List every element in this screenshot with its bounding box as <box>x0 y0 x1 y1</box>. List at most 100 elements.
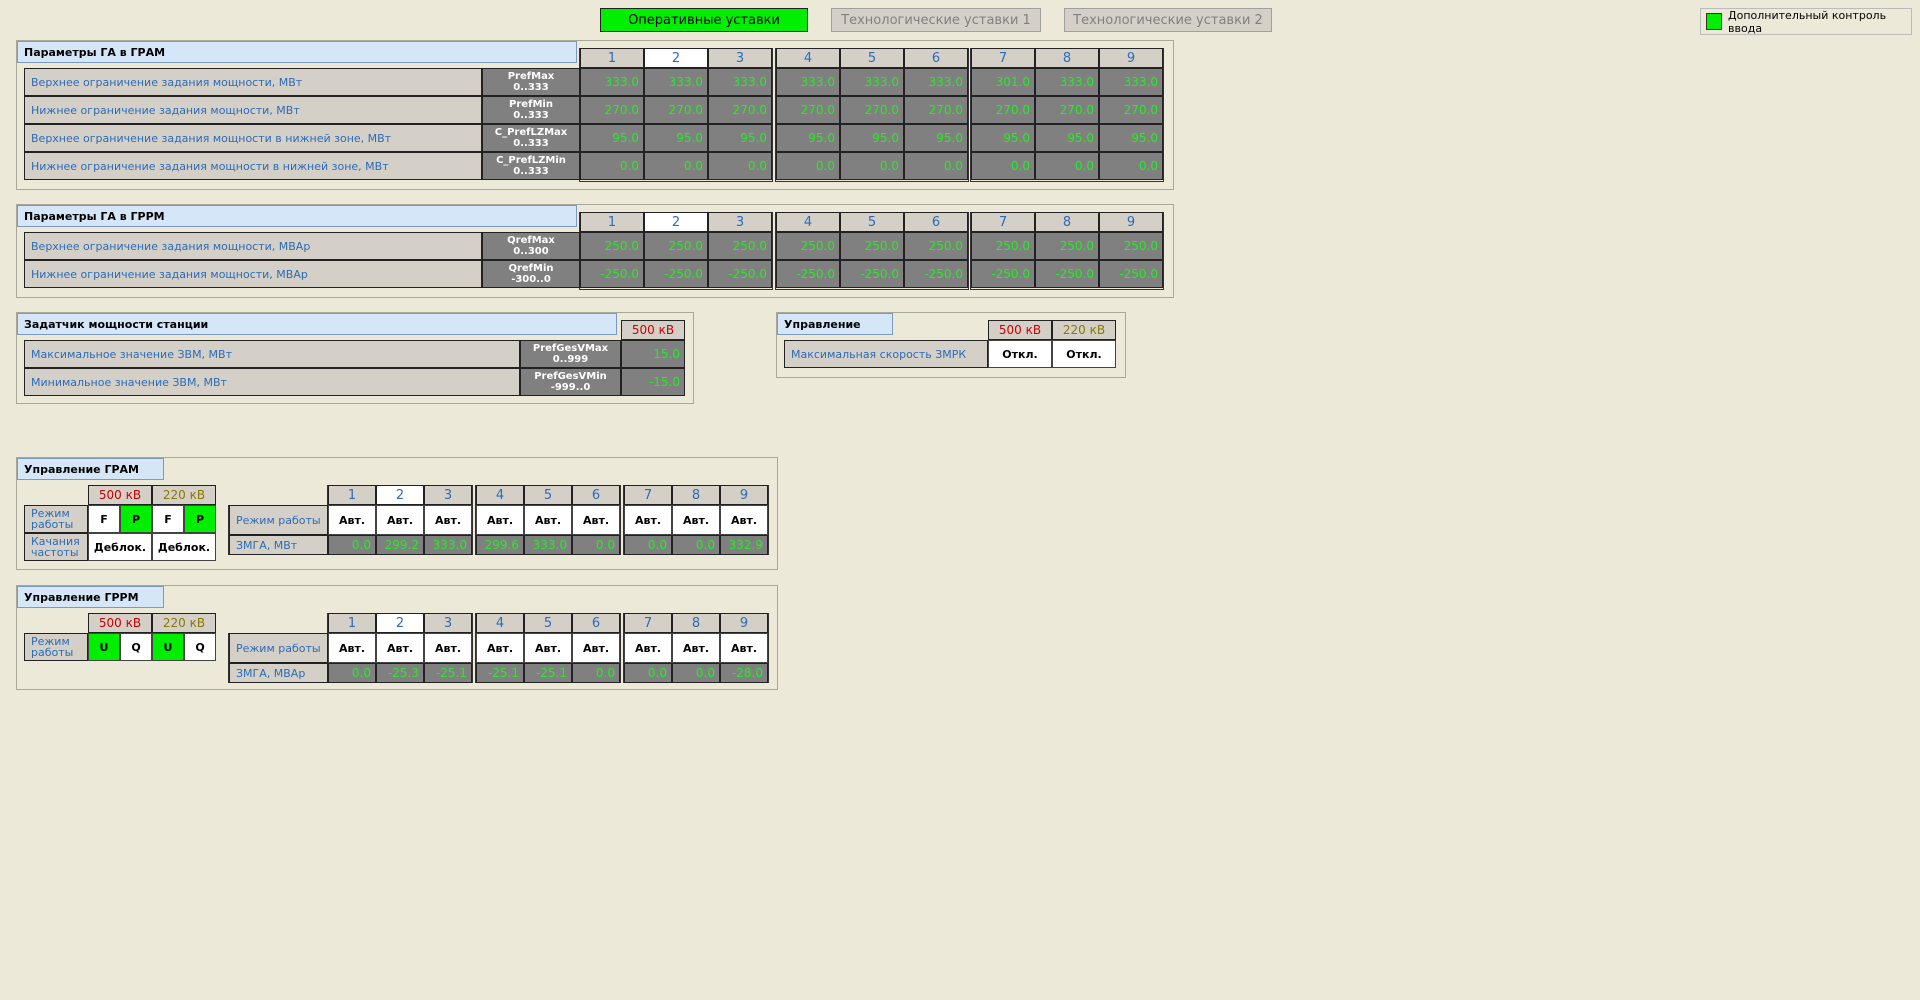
unblock-500-button[interactable]: Деблок. <box>88 533 152 561</box>
unit-header-6[interactable]: 6 <box>904 48 968 68</box>
mode-500-q-button[interactable]: Q <box>120 633 152 661</box>
value-cell[interactable]: 333.0 <box>644 68 708 96</box>
value-cell[interactable]: 95.0 <box>904 124 968 152</box>
unit-mode-button[interactable]: Авт. <box>328 505 376 535</box>
unit-header-8[interactable]: 8 <box>1035 48 1099 68</box>
value-cell[interactable]: -250.0 <box>776 260 840 288</box>
unit-mode-button[interactable]: Авт. <box>572 505 620 535</box>
value-cell[interactable]: 250.0 <box>1035 232 1099 260</box>
value-cell[interactable]: -250.0 <box>644 260 708 288</box>
unit-mode-button[interactable]: Авт. <box>424 505 472 535</box>
unit-header-4[interactable]: 4 <box>776 212 840 232</box>
value-cell[interactable]: 270.0 <box>580 96 644 124</box>
value-cell[interactable]: 95.0 <box>644 124 708 152</box>
zmrk-220-off-button[interactable]: Откл. <box>1052 340 1116 368</box>
value-cell[interactable]: -250.0 <box>1035 260 1099 288</box>
value-cell[interactable]: -250.0 <box>580 260 644 288</box>
value-cell[interactable]: 270.0 <box>708 96 772 124</box>
value-cell[interactable]: 333.0 <box>840 68 904 96</box>
value-cell[interactable]: 333.0 <box>1099 68 1163 96</box>
unit-header-5[interactable]: 5 <box>840 212 904 232</box>
unit-mode-button[interactable]: Авт. <box>720 505 768 535</box>
value-cell[interactable]: 95.0 <box>776 124 840 152</box>
mode-220-p-button[interactable]: P <box>184 505 216 533</box>
unit-header-3[interactable]: 3 <box>424 613 472 633</box>
mode-500-f-button[interactable]: F <box>88 505 120 533</box>
mode-500-p-button[interactable]: P <box>120 505 152 533</box>
unit-header-8[interactable]: 8 <box>1035 212 1099 232</box>
unit-mode-button[interactable]: Авт. <box>624 633 672 663</box>
unit-mode-button[interactable]: Авт. <box>328 633 376 663</box>
value-cell[interactable]: 333.0 <box>1035 68 1099 96</box>
value-cell[interactable]: 250.0 <box>708 232 772 260</box>
unit-mode-button[interactable]: Авт. <box>572 633 620 663</box>
unit-header-8[interactable]: 8 <box>672 613 720 633</box>
value-cell[interactable]: 0.0 <box>904 152 968 180</box>
value-cell[interactable]: 0.0 <box>776 152 840 180</box>
unit-header-5[interactable]: 5 <box>840 48 904 68</box>
value-cell[interactable]: 250.0 <box>1099 232 1163 260</box>
unit-mode-button[interactable]: Авт. <box>376 505 424 535</box>
unit-header-4[interactable]: 4 <box>476 613 524 633</box>
value-cell[interactable]: -250.0 <box>904 260 968 288</box>
unit-mode-button[interactable]: Авт. <box>624 505 672 535</box>
unit-header-6[interactable]: 6 <box>904 212 968 232</box>
value-cell[interactable]: 250.0 <box>580 232 644 260</box>
value-cell[interactable]: -15.0 <box>621 368 685 396</box>
tab-tech-setpoints-1[interactable]: Технологические уставки 1 <box>831 8 1041 32</box>
value-cell[interactable]: 250.0 <box>776 232 840 260</box>
value-cell[interactable]: -250.0 <box>840 260 904 288</box>
unit-header-7[interactable]: 7 <box>971 212 1035 232</box>
value-cell[interactable]: 270.0 <box>904 96 968 124</box>
unit-header-5[interactable]: 5 <box>524 613 572 633</box>
unit-header-3[interactable]: 3 <box>708 48 772 68</box>
value-cell[interactable]: 0.0 <box>840 152 904 180</box>
mode-220-f-button[interactable]: F <box>152 505 184 533</box>
value-cell[interactable]: 95.0 <box>840 124 904 152</box>
value-cell[interactable]: 301.0 <box>971 68 1035 96</box>
unit-mode-button[interactable]: Авт. <box>672 633 720 663</box>
value-cell[interactable]: 95.0 <box>580 124 644 152</box>
unit-header-4[interactable]: 4 <box>776 48 840 68</box>
value-cell[interactable]: 0.0 <box>708 152 772 180</box>
value-cell[interactable]: 15.0 <box>621 340 685 368</box>
unit-header-1[interactable]: 1 <box>580 48 644 68</box>
value-cell[interactable]: 250.0 <box>971 232 1035 260</box>
unit-header-4[interactable]: 4 <box>476 485 524 505</box>
unit-header-1[interactable]: 1 <box>580 212 644 232</box>
unit-header-5[interactable]: 5 <box>524 485 572 505</box>
unit-mode-button[interactable]: Авт. <box>424 633 472 663</box>
mode-500-u-button[interactable]: U <box>88 633 120 661</box>
value-cell[interactable]: 250.0 <box>644 232 708 260</box>
unit-header-9[interactable]: 9 <box>720 485 768 505</box>
value-cell[interactable]: 270.0 <box>971 96 1035 124</box>
unit-mode-button[interactable]: Авт. <box>524 633 572 663</box>
value-cell[interactable]: 270.0 <box>644 96 708 124</box>
value-cell[interactable]: 333.0 <box>776 68 840 96</box>
unit-header-7[interactable]: 7 <box>624 613 672 633</box>
value-cell[interactable]: 270.0 <box>1035 96 1099 124</box>
unit-header-9[interactable]: 9 <box>1099 212 1163 232</box>
unit-header-3[interactable]: 3 <box>424 485 472 505</box>
tab-operative-setpoints[interactable]: Оперативные уставки <box>600 8 808 32</box>
value-cell[interactable]: 0.0 <box>644 152 708 180</box>
value-cell[interactable]: 0.0 <box>580 152 644 180</box>
unit-mode-button[interactable]: Авт. <box>476 633 524 663</box>
unit-mode-button[interactable]: Авт. <box>376 633 424 663</box>
value-cell[interactable]: 270.0 <box>840 96 904 124</box>
zmrk-500-off-button[interactable]: Откл. <box>988 340 1052 368</box>
unit-header-2[interactable]: 2 <box>376 613 424 633</box>
value-cell[interactable]: 333.0 <box>708 68 772 96</box>
value-cell[interactable]: 0.0 <box>1099 152 1163 180</box>
unit-header-9[interactable]: 9 <box>1099 48 1163 68</box>
mode-220-u-button[interactable]: U <box>152 633 184 661</box>
unit-header-9[interactable]: 9 <box>720 613 768 633</box>
value-cell[interactable]: 270.0 <box>776 96 840 124</box>
unit-header-7[interactable]: 7 <box>624 485 672 505</box>
value-cell[interactable]: 270.0 <box>1099 96 1163 124</box>
value-cell[interactable]: 250.0 <box>904 232 968 260</box>
value-cell[interactable]: 250.0 <box>840 232 904 260</box>
tab-tech-setpoints-2[interactable]: Технологические уставки 2 <box>1064 8 1272 32</box>
unit-header-8[interactable]: 8 <box>672 485 720 505</box>
value-cell[interactable]: 95.0 <box>971 124 1035 152</box>
